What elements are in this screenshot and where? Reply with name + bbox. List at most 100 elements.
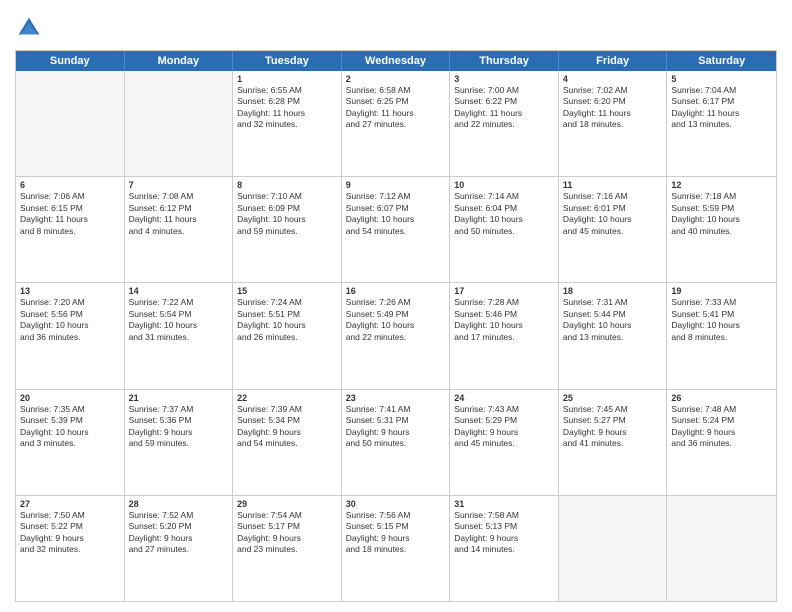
day-number: 3 (454, 74, 554, 84)
day-number: 30 (346, 499, 446, 509)
cell-line: Daylight: 10 hours (237, 214, 337, 225)
cell-line: and 45 minutes. (454, 438, 554, 449)
cell-line: and 17 minutes. (454, 332, 554, 343)
cell-line: Sunrise: 7:50 AM (20, 510, 120, 521)
cell-line: and 27 minutes. (346, 119, 446, 130)
day-number: 8 (237, 180, 337, 190)
cell-line: and 23 minutes. (237, 544, 337, 555)
cell-line: Sunset: 6:28 PM (237, 96, 337, 107)
cell-line: Daylight: 10 hours (671, 214, 772, 225)
cell-line: and 32 minutes. (20, 544, 120, 555)
day-number: 28 (129, 499, 229, 509)
cell-line: Daylight: 9 hours (454, 533, 554, 544)
cell-line: Daylight: 10 hours (346, 214, 446, 225)
cell-line: and 4 minutes. (129, 226, 229, 237)
cell-line: Sunrise: 7:00 AM (454, 85, 554, 96)
day-number: 13 (20, 286, 120, 296)
header-day-monday: Monday (125, 51, 234, 71)
calendar-cell-empty (559, 496, 668, 601)
day-number: 27 (20, 499, 120, 509)
cell-line: Sunrise: 7:06 AM (20, 191, 120, 202)
cell-line: and 59 minutes. (129, 438, 229, 449)
day-number: 31 (454, 499, 554, 509)
cell-line: Sunrise: 7:20 AM (20, 297, 120, 308)
cell-line: Sunset: 6:04 PM (454, 203, 554, 214)
cell-line: and 14 minutes. (454, 544, 554, 555)
cell-line: Sunrise: 7:18 AM (671, 191, 772, 202)
day-number: 15 (237, 286, 337, 296)
day-number: 25 (563, 393, 663, 403)
calendar-header: SundayMondayTuesdayWednesdayThursdayFrid… (16, 51, 776, 71)
cell-line: Daylight: 9 hours (671, 427, 772, 438)
cell-line: Daylight: 11 hours (129, 214, 229, 225)
cell-line: Daylight: 9 hours (454, 427, 554, 438)
cell-line: and 54 minutes. (346, 226, 446, 237)
cell-line: and 18 minutes. (346, 544, 446, 555)
calendar-body: 1Sunrise: 6:55 AMSunset: 6:28 PMDaylight… (16, 71, 776, 601)
cell-line: Daylight: 9 hours (129, 427, 229, 438)
calendar: SundayMondayTuesdayWednesdayThursdayFrid… (15, 50, 777, 602)
cell-line: and 50 minutes. (346, 438, 446, 449)
cell-line: Sunset: 6:22 PM (454, 96, 554, 107)
day-number: 21 (129, 393, 229, 403)
cell-line: Daylight: 10 hours (454, 214, 554, 225)
cell-line: Sunset: 5:20 PM (129, 521, 229, 532)
cell-line: Daylight: 9 hours (237, 427, 337, 438)
cell-line: Sunset: 5:46 PM (454, 309, 554, 320)
calendar-cell-3: 3Sunrise: 7:00 AMSunset: 6:22 PMDaylight… (450, 71, 559, 176)
calendar-row-1: 6Sunrise: 7:06 AMSunset: 6:15 PMDaylight… (16, 177, 776, 283)
calendar-cell-11: 11Sunrise: 7:16 AMSunset: 6:01 PMDayligh… (559, 177, 668, 282)
calendar-row-0: 1Sunrise: 6:55 AMSunset: 6:28 PMDaylight… (16, 71, 776, 177)
cell-line: Sunrise: 7:12 AM (346, 191, 446, 202)
cell-line: Sunrise: 6:58 AM (346, 85, 446, 96)
cell-line: Sunset: 5:49 PM (346, 309, 446, 320)
cell-line: and 13 minutes. (671, 119, 772, 130)
cell-line: and 36 minutes. (20, 332, 120, 343)
cell-line: Sunrise: 7:16 AM (563, 191, 663, 202)
calendar-cell-28: 28Sunrise: 7:52 AMSunset: 5:20 PMDayligh… (125, 496, 234, 601)
cell-line: Sunset: 6:25 PM (346, 96, 446, 107)
cell-line: Sunset: 6:09 PM (237, 203, 337, 214)
cell-line: Sunset: 5:29 PM (454, 415, 554, 426)
cell-line: Daylight: 10 hours (20, 427, 120, 438)
cell-line: Sunset: 5:51 PM (237, 309, 337, 320)
cell-line: Sunrise: 7:28 AM (454, 297, 554, 308)
cell-line: Daylight: 9 hours (346, 427, 446, 438)
cell-line: Sunrise: 7:45 AM (563, 404, 663, 415)
calendar-cell-19: 19Sunrise: 7:33 AMSunset: 5:41 PMDayligh… (667, 283, 776, 388)
calendar-cell-21: 21Sunrise: 7:37 AMSunset: 5:36 PMDayligh… (125, 390, 234, 495)
cell-line: Sunset: 6:17 PM (671, 96, 772, 107)
day-number: 23 (346, 393, 446, 403)
calendar-row-4: 27Sunrise: 7:50 AMSunset: 5:22 PMDayligh… (16, 496, 776, 601)
cell-line: Daylight: 9 hours (563, 427, 663, 438)
day-number: 9 (346, 180, 446, 190)
cell-line: and 3 minutes. (20, 438, 120, 449)
cell-line: Daylight: 10 hours (20, 320, 120, 331)
cell-line: and 8 minutes. (671, 332, 772, 343)
calendar-cell-26: 26Sunrise: 7:48 AMSunset: 5:24 PMDayligh… (667, 390, 776, 495)
header-day-thursday: Thursday (450, 51, 559, 71)
logo-icon (15, 14, 43, 42)
cell-line: Daylight: 10 hours (346, 320, 446, 331)
day-number: 12 (671, 180, 772, 190)
cell-line: Sunrise: 7:56 AM (346, 510, 446, 521)
header-day-saturday: Saturday (667, 51, 776, 71)
cell-line: and 32 minutes. (237, 119, 337, 130)
calendar-cell-empty (667, 496, 776, 601)
calendar-cell-10: 10Sunrise: 7:14 AMSunset: 6:04 PMDayligh… (450, 177, 559, 282)
calendar-cell-1: 1Sunrise: 6:55 AMSunset: 6:28 PMDaylight… (233, 71, 342, 176)
cell-line: Sunset: 6:12 PM (129, 203, 229, 214)
cell-line: and 41 minutes. (563, 438, 663, 449)
cell-line: Sunrise: 7:48 AM (671, 404, 772, 415)
cell-line: and 26 minutes. (237, 332, 337, 343)
calendar-cell-8: 8Sunrise: 7:10 AMSunset: 6:09 PMDaylight… (233, 177, 342, 282)
cell-line: Daylight: 9 hours (129, 533, 229, 544)
cell-line: Daylight: 10 hours (671, 320, 772, 331)
cell-line: and 22 minutes. (454, 119, 554, 130)
cell-line: Daylight: 9 hours (20, 533, 120, 544)
cell-line: Sunrise: 7:02 AM (563, 85, 663, 96)
cell-line: Sunset: 5:34 PM (237, 415, 337, 426)
cell-line: Sunrise: 6:55 AM (237, 85, 337, 96)
cell-line: and 54 minutes. (237, 438, 337, 449)
calendar-cell-25: 25Sunrise: 7:45 AMSunset: 5:27 PMDayligh… (559, 390, 668, 495)
